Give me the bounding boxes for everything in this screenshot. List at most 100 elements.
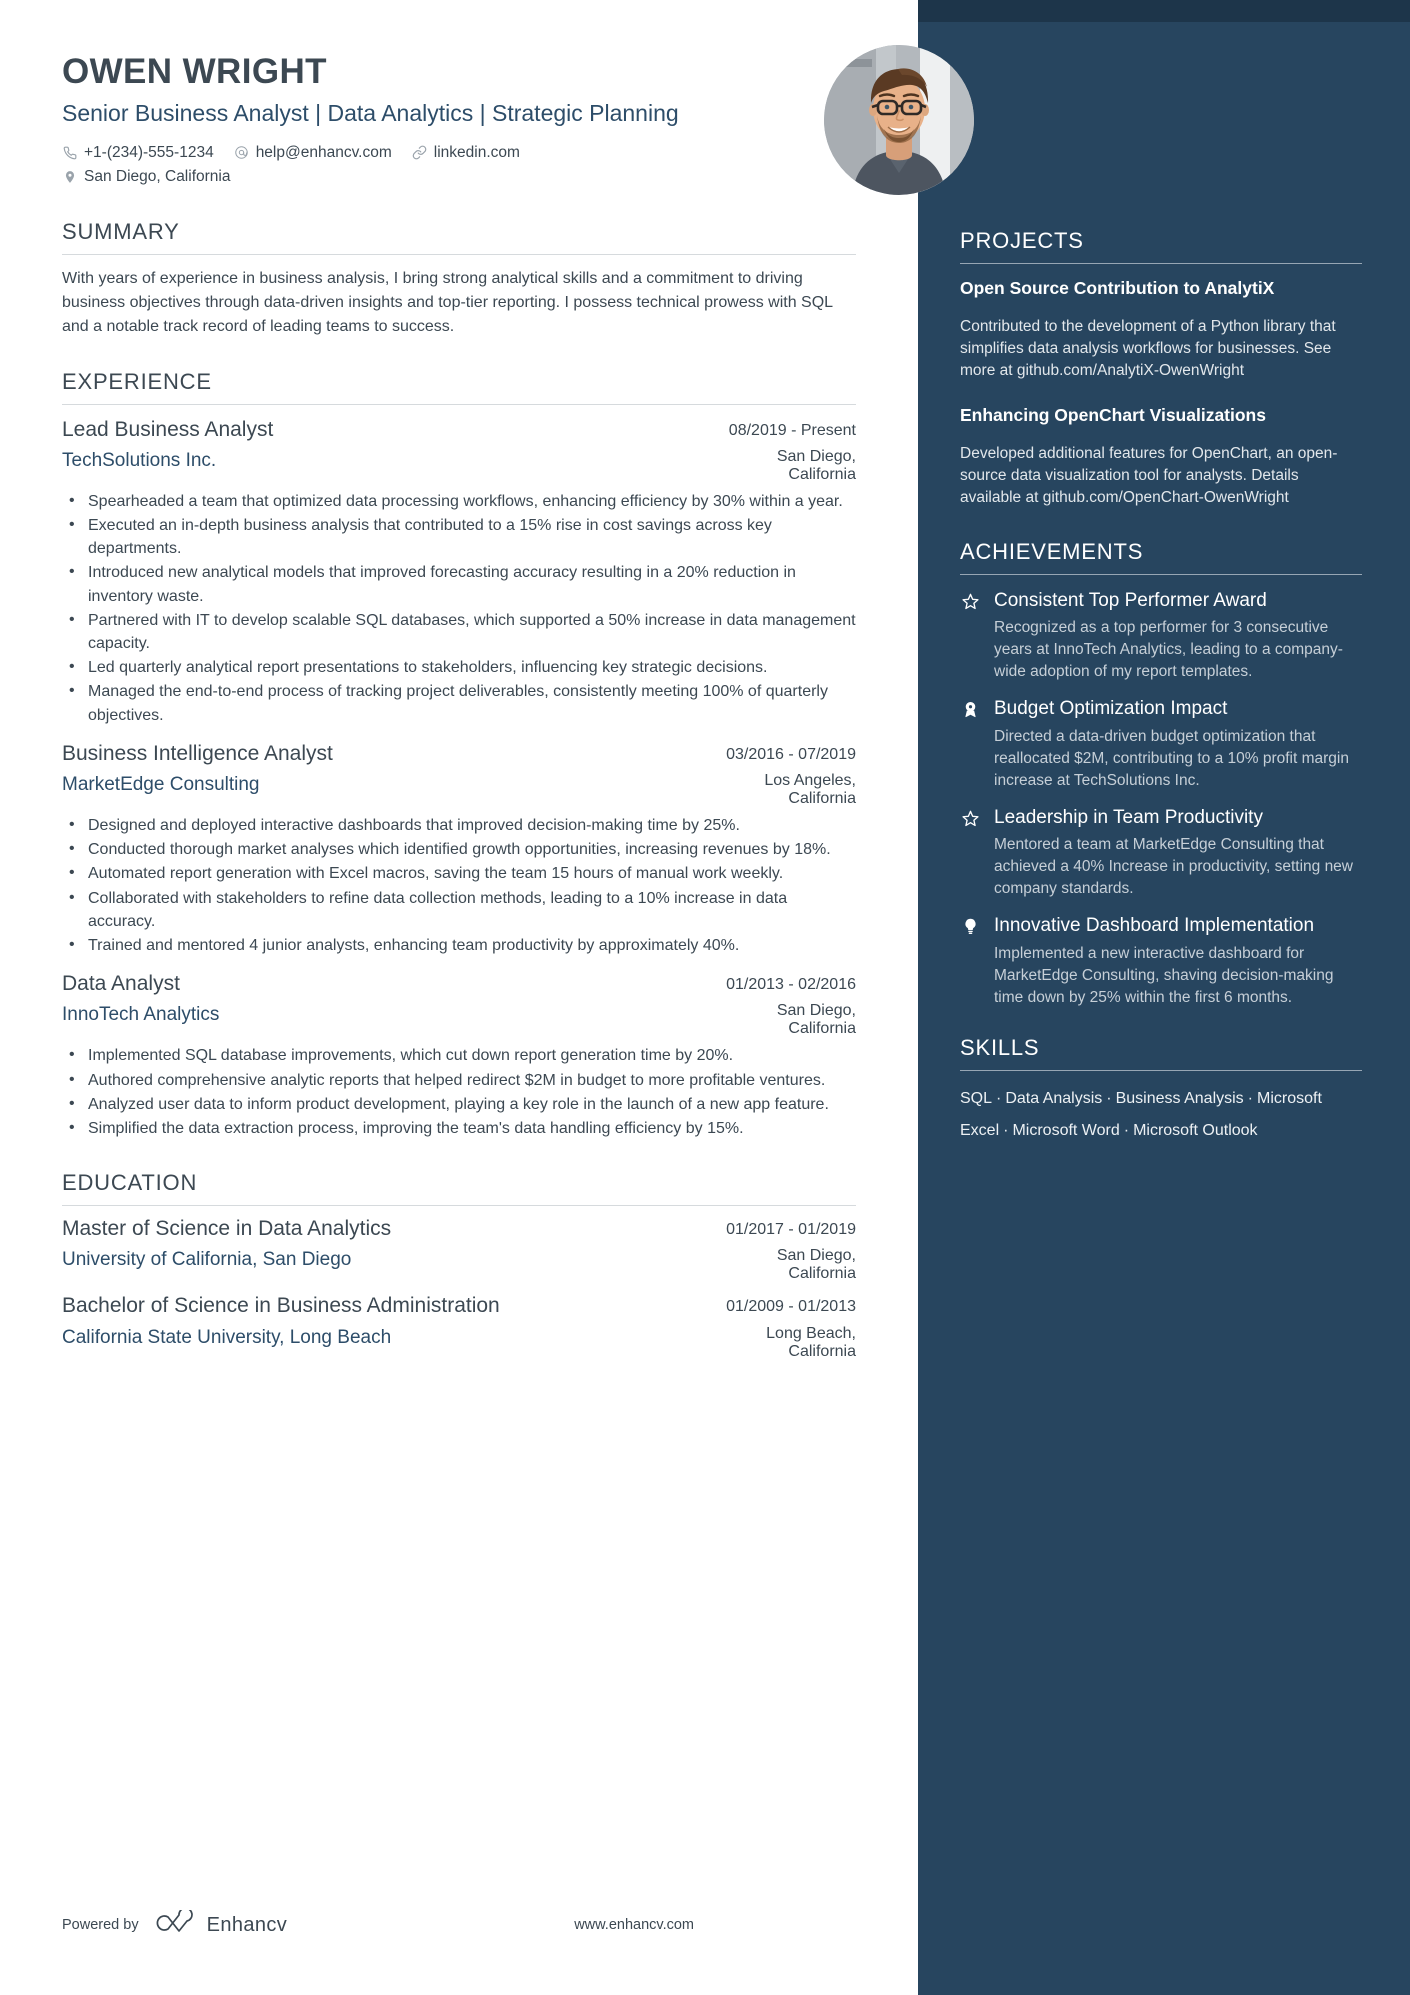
- skills-list: SQL · Data Analysis · Business Analysis · Micr…: [960, 1083, 1362, 1149]
- page-title: OWEN WRIGHT: [62, 52, 327, 91]
- experience-divider: [62, 403, 856, 405]
- skill-separator: ·: [1123, 1122, 1130, 1140]
- achievement-title: Leadership in Team Productivity: [994, 806, 1263, 828]
- education-divider: [62, 1205, 856, 1207]
- sidebar-content: PROJECTS Open Source Contribution to Ana…: [918, 0, 1410, 1148]
- award-medal-icon: [960, 697, 980, 719]
- experience-company-row: TechSolutions Inc. San Diego, California: [62, 443, 856, 484]
- enhancv-wordmark: Enhancv: [206, 1913, 288, 1936]
- skills-divider: [960, 1069, 1362, 1071]
- skill-separator: ·: [1247, 1089, 1253, 1107]
- experience-title-row: Business Intelligence Analyst 03/2016 - 0…: [62, 741, 856, 767]
- skill-separator: ·: [1003, 1122, 1009, 1140]
- experience-location: San Diego, California: [776, 447, 856, 483]
- achievement-title: Consistent Top Performer Award: [994, 589, 1267, 611]
- achievement-description: Mentored a team at MarketEdge Consulting…: [994, 836, 1353, 898]
- contact-phone[interactable]: +1-(234)-555-1234: [62, 141, 214, 165]
- star-icon: [960, 589, 980, 611]
- experience-bullet: Executed an in-depth business analysis t…: [62, 513, 856, 560]
- location-pin-icon: [62, 169, 78, 185]
- experience-company-row: InnoTech Analytics San Diego, California: [62, 997, 856, 1038]
- skill-item: SQL: [960, 1089, 993, 1107]
- powered-by-label: Powered by: [62, 1917, 139, 1933]
- experience-bullet: Introduced new analytical models that im…: [62, 560, 856, 607]
- projects-heading: PROJECTS: [960, 228, 1084, 253]
- experience-title-row: Data Analyst 01/2013 - 02/2016: [62, 971, 856, 997]
- star-icon: [960, 806, 980, 828]
- experience-bullet: Analyzed user data to inform product dev…: [62, 1092, 856, 1116]
- summary-section: SUMMARY With years of experience in busi…: [62, 219, 856, 339]
- achievement-title: Innovative Dashboard Implementation: [994, 915, 1315, 937]
- experience-bullet: Trained and mentored 4 junior analysts, …: [62, 933, 856, 957]
- experience-bullet-list: Spearheaded a team that optimized data p…: [62, 489, 856, 727]
- achievements-divider: [960, 573, 1362, 575]
- education-degree-row: Bachelor of Science in Business Administ…: [62, 1293, 856, 1319]
- experience-title-row: Lead Business Analyst 08/2019 - Present: [62, 417, 856, 443]
- experience-date-range: 08/2019 - Present: [728, 421, 856, 439]
- experience-company: TechSolutions Inc.: [62, 449, 217, 471]
- education-location: Long Beach, California: [766, 1324, 856, 1360]
- achievement-body: Innovative Dashboard Implementation Impl…: [994, 914, 1362, 1009]
- experience-heading: EXPERIENCE: [62, 368, 212, 394]
- skills-heading: SKILLS: [960, 1034, 1040, 1060]
- experience-bullet: Automated report generation with Excel m…: [62, 861, 856, 885]
- enhancv-logo-icon: [152, 1907, 194, 1940]
- achievement-item: Innovative Dashboard Implementation Impl…: [960, 914, 1362, 1009]
- experience-bullet: Spearheaded a team that optimized data p…: [62, 489, 856, 513]
- education-degree: Bachelor of Science in Business Administ…: [62, 1294, 500, 1318]
- experience-job-title: Lead Business Analyst: [62, 417, 274, 441]
- experience-bullet: Implemented SQL database improvements, w…: [62, 1043, 856, 1067]
- contact-link[interactable]: linkedin.com: [412, 141, 520, 165]
- project-item: Enhancing OpenChart Visualizations Devel…: [960, 404, 1362, 509]
- avatar: [824, 45, 974, 195]
- achievement-item: Consistent Top Performer Award Recognize…: [960, 589, 1362, 684]
- resume-page: PROJECTS Open Source Contribution to Ana…: [0, 0, 1410, 1995]
- contact-email[interactable]: help@enhancv.com: [234, 141, 392, 165]
- sidebar: PROJECTS Open Source Contribution to Ana…: [918, 0, 1410, 1995]
- footer: Powered by Enhancv www.enhancv.com: [62, 1907, 694, 1940]
- skill-separator: ·: [1106, 1089, 1112, 1107]
- education-date-range: 01/2017 - 01/2019: [726, 1221, 856, 1239]
- education-heading: EDUCATION: [62, 1170, 198, 1196]
- achievements-heading: ACHIEVEMENTS: [960, 538, 1144, 564]
- education-entry: Master of Science in Data Analytics 01/20…: [62, 1216, 856, 1283]
- main-column: OWEN WRIGHT Senior Business Analyst | Da…: [0, 0, 918, 1995]
- education-degree-row: Master of Science in Data Analytics 01/20…: [62, 1216, 856, 1242]
- experience-bullet: Simplified the data extraction process, …: [62, 1116, 856, 1140]
- summary-text: With years of experience in business ana…: [62, 269, 833, 335]
- experience-company-row: MarketEdge Consulting Los Angeles, Califo…: [62, 767, 856, 808]
- education-degree: Master of Science in Data Analytics: [62, 1217, 392, 1241]
- project-description: Contributed to the development of a Pyth…: [960, 317, 1336, 379]
- contact-location-text: San Diego, California: [84, 167, 231, 185]
- experience-list: Lead Business Analyst 08/2019 - Present Te…: [62, 417, 856, 1141]
- experience-bullet-list: Designed and deployed interactive dashbo…: [62, 813, 856, 957]
- experience-entry: Data Analyst 01/2013 - 02/2016 InnoTech An…: [62, 971, 856, 1140]
- phone-icon: [62, 145, 78, 161]
- achievement-description: Implemented a new interactive dashboard …: [994, 944, 1334, 1006]
- project-item: Open Source Contribution to AnalytiX Con…: [960, 277, 1362, 382]
- experience-location: Los Angeles, California: [764, 772, 856, 808]
- contact-row-location: San Diego, California: [62, 165, 856, 189]
- project-title: Enhancing OpenChart Visualizations: [960, 404, 1266, 425]
- avatar-photo: [824, 45, 974, 195]
- footer-website[interactable]: www.enhancv.com: [574, 1917, 694, 1933]
- experience-date-range: 03/2016 - 07/2019: [726, 745, 856, 763]
- experience-location: San Diego, California: [776, 1002, 856, 1038]
- contact-row-primary: +1-(234)-555-1234 help@enhancv.com linke…: [62, 141, 856, 165]
- contact-info: +1-(234)-555-1234 help@enhancv.com linke…: [62, 141, 856, 189]
- summary-heading: SUMMARY: [62, 218, 180, 244]
- project-description: Developed additional features for OpenCh…: [960, 444, 1338, 506]
- contact-link-text: linkedin.com: [433, 143, 520, 161]
- achievement-item: Budget Optimization Impact Directed a da…: [960, 697, 1362, 792]
- education-list: Master of Science in Data Analytics 01/20…: [62, 1216, 856, 1361]
- experience-job-title: Business Intelligence Analyst: [62, 741, 333, 765]
- experience-bullet: Conducted thorough market analyses which…: [62, 837, 856, 861]
- experience-bullet: Collaborated with stakeholders to refine…: [62, 886, 856, 933]
- experience-bullet: Partnered with IT to develop scalable SQ…: [62, 608, 856, 655]
- experience-job-title: Data Analyst: [62, 972, 180, 996]
- achievements-section: ACHIEVEMENTS Consistent Top Performer Aw…: [960, 539, 1362, 1009]
- education-school: University of California, San Diego: [62, 1249, 352, 1271]
- experience-entry: Business Intelligence Analyst 03/2016 - 0…: [62, 741, 856, 957]
- email-icon: [234, 145, 250, 161]
- education-date-range: 01/2009 - 01/2013: [726, 1298, 856, 1316]
